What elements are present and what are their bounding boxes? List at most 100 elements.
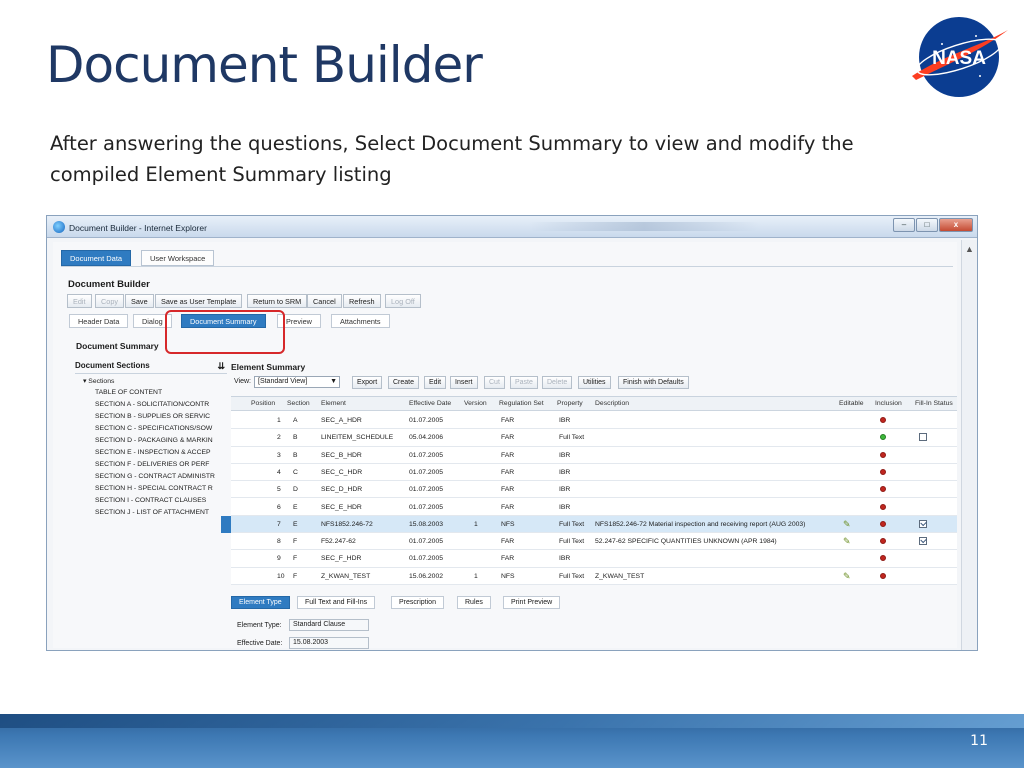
close-button[interactable]: x <box>939 218 973 232</box>
cell-property: IBR <box>559 417 571 424</box>
table-row[interactable]: 6 E SEC_E_HDR 01.07.2005 FAR IBR <box>231 499 957 516</box>
tab-print-preview[interactable]: Print Preview <box>503 596 561 609</box>
cell-element: LINEITEM_SCHEDULE <box>321 434 394 442</box>
utilities-button[interactable]: Utilities <box>578 376 611 389</box>
row-selection-marker[interactable] <box>221 515 231 533</box>
edit-pencil-icon[interactable]: ✎ <box>843 571 851 582</box>
cell-section: F <box>293 572 298 580</box>
table-row[interactable]: 7 E NFS1852.246-72 15.08.2003 1 NFS Full Text N… <box>221 515 957 534</box>
insert-button[interactable]: Insert <box>450 376 478 389</box>
column-header[interactable]: Version <box>464 400 487 407</box>
sections-title: Document Sections <box>75 361 150 370</box>
cell-description: NFS1852.246-72 Material inspection and r… <box>595 520 806 528</box>
slide-body-text: After answering the questions, Select Do… <box>50 132 854 186</box>
column-header[interactable]: Regulation Set <box>499 400 544 407</box>
log-off-button[interactable]: Log Off <box>385 294 421 308</box>
save-as-user-template-button[interactable]: Save as User Template <box>155 294 243 308</box>
element-type-label: Element Type: <box>237 622 282 629</box>
create-button[interactable]: Create <box>388 376 420 389</box>
sections-header: Document Sections ⇊ <box>75 360 227 374</box>
cell-property: Full Text <box>559 572 585 580</box>
column-header[interactable]: Inclusion <box>875 400 902 407</box>
tab-element-type[interactable]: Element Type <box>231 596 290 609</box>
cell-position: 9 <box>277 555 281 563</box>
column-header[interactable]: Fill-In Status <box>915 400 953 407</box>
edit-pencil-icon[interactable]: ✎ <box>843 519 851 530</box>
column-header[interactable]: Effective Date <box>409 400 451 407</box>
svg-text:NASA: NASA <box>932 48 986 69</box>
minimize-button[interactable]: – <box>893 218 915 232</box>
table-row[interactable]: 3 B SEC_B_HDR 01.07.2005 FAR IBR <box>231 447 957 464</box>
tab-rules[interactable]: Rules <box>457 596 491 609</box>
section-tree-item[interactable]: TABLE OF CONTENT <box>95 389 162 396</box>
edit-button[interactable]: Edit <box>67 294 92 308</box>
section-tree-item[interactable]: SECTION F - DELIVERIES OR PERF <box>95 461 209 468</box>
cell-element: SEC_B_HDR <box>321 451 362 459</box>
effective-date-field[interactable]: 15.08.2003 <box>289 637 369 649</box>
delete-button[interactable]: Delete <box>542 376 573 389</box>
table-row[interactable]: 4 C SEC_C_HDR 01.07.2005 FAR IBR <box>231 464 957 482</box>
maximize-button[interactable]: □ <box>916 218 938 232</box>
fill-in-status-checkbox[interactable] <box>919 519 927 528</box>
section-tree-item[interactable]: SECTION C - SPECIFICATIONS/SOW <box>95 425 212 432</box>
table-row[interactable]: 9 F SEC_F_HDR 01.07.2005 FAR IBR <box>231 550 957 568</box>
fill-in-status-checkbox[interactable] <box>919 537 927 546</box>
table-row[interactable]: 1 A SEC_A_HDR 01.07.2005 FAR IBR <box>231 412 957 430</box>
vertical-scrollbar[interactable]: ▲ <box>961 240 977 650</box>
column-header[interactable]: Property <box>557 400 583 407</box>
tab-attachments[interactable]: Attachments <box>331 314 390 328</box>
column-header[interactable]: Editable <box>839 400 864 407</box>
copy-button[interactable]: Copy <box>95 294 125 308</box>
save-button[interactable]: Save <box>125 294 154 308</box>
refresh-button[interactable]: Refresh <box>343 294 381 308</box>
tab-prescription[interactable]: Prescription <box>391 596 444 609</box>
cell-effective-date: 01.07.2005 <box>409 555 444 563</box>
cell-position: 8 <box>277 538 281 546</box>
cell-element: F52.247-62 <box>321 538 356 546</box>
section-tree-item[interactable]: SECTION A - SOLICITATION/CONTR <box>95 401 209 408</box>
section-tree-item[interactable]: SECTION J - LIST OF ATTACHMENT <box>95 509 209 516</box>
section-tree-item[interactable]: SECTION B - SUPPLIES OR SERVIC <box>95 413 210 420</box>
cell-element: Z_KWAN_TEST <box>321 572 371 580</box>
view-select[interactable]: [Standard View] ▼ <box>254 376 340 388</box>
tab-full-text-fill-ins[interactable]: Full Text and Fill-Ins <box>297 596 376 609</box>
cell-regulation-set: FAR <box>501 486 515 494</box>
export-button[interactable]: Export <box>352 376 383 389</box>
cut-button[interactable]: Cut <box>484 376 505 389</box>
column-header[interactable]: Description <box>595 400 629 407</box>
scroll-up-icon[interactable]: ▲ <box>965 244 974 254</box>
column-header[interactable]: Element <box>321 400 346 407</box>
table-row[interactable]: 2 B LINEITEM_SCHEDULE 05.04.2006 FAR Full Tex… <box>231 429 957 447</box>
section-tree-item[interactable]: SECTION D - PACKAGING & MARKIN <box>95 437 213 444</box>
slide-title: Document Builder <box>46 36 483 94</box>
sections-root-node[interactable]: ▾ Sections <box>83 377 114 385</box>
column-header[interactable]: Position <box>251 400 275 407</box>
cancel-button[interactable]: Cancel <box>307 294 342 308</box>
fill-in-status-checkbox[interactable] <box>919 433 927 442</box>
cell-property: IBR <box>559 468 571 476</box>
return-to-srm-button[interactable]: Return to SRM <box>247 294 308 308</box>
table-row[interactable]: 5 D SEC_D_HDR 01.07.2005 FAR IBR <box>231 481 957 499</box>
edit-pencil-icon[interactable]: ✎ <box>843 536 851 547</box>
table-row[interactable]: 10 F Z_KWAN_TEST 15.06.2002 1 NFS Full Text Z_K… <box>231 568 957 585</box>
paste-button[interactable]: Paste <box>510 376 538 389</box>
view-select-value: [Standard View] <box>258 378 308 385</box>
edit-element-button[interactable]: Edit <box>424 376 447 389</box>
tab-document-data[interactable]: Document Data <box>61 250 132 266</box>
element-type-field[interactable]: Standard Clause <box>289 619 369 631</box>
section-tree-item[interactable]: SECTION G - CONTRACT ADMINISTR <box>95 473 215 480</box>
collapse-icon[interactable]: ⇊ <box>217 360 225 372</box>
window-titlebar: Document Builder - Internet Explorer – □… <box>47 216 977 238</box>
section-tree-item[interactable]: SECTION H - SPECIAL CONTRACT R <box>95 485 213 492</box>
footer-bar: 11 <box>0 714 1024 768</box>
cell-section: B <box>293 434 298 442</box>
cell-position: 6 <box>277 503 281 511</box>
finish-with-defaults-button[interactable]: Finish with Defaults <box>618 376 689 389</box>
table-row[interactable]: 8 F F52.247-62 01.07.2005 FAR Full Text 52.247… <box>231 533 957 551</box>
section-tree-item[interactable]: SECTION E - INSPECTION & ACCEP <box>95 449 211 456</box>
tab-user-workspace[interactable]: User Workspace <box>141 250 215 266</box>
column-header[interactable]: Section <box>287 400 310 407</box>
tab-header-data[interactable]: Header Data <box>69 314 129 328</box>
section-tree-item[interactable]: SECTION I - CONTRACT CLAUSES <box>95 497 206 504</box>
inclusion-status-icon <box>880 503 886 510</box>
